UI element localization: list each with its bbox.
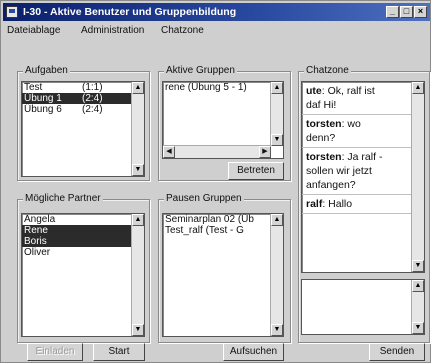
list-item[interactable]: Angela — [22, 214, 144, 225]
list-item-selected[interactable]: Rene — [22, 225, 132, 236]
main-window: I-30 - Aktive Benutzer und Gruppenbildun… — [0, 0, 431, 363]
scroll-down-icon[interactable]: ▼ — [412, 322, 424, 334]
scroll-up-icon[interactable]: ▲ — [132, 214, 144, 226]
list-item-selected[interactable]: Boris — [22, 236, 132, 247]
list-item[interactable]: rene (Übung 5 - 1) — [163, 82, 283, 93]
pausen-gruppen-title: Pausen Gruppen — [164, 193, 244, 204]
task-info: (2:4) — [82, 104, 103, 115]
chat-user: torsten — [306, 118, 342, 130]
scroll-up-icon[interactable]: ▲ — [412, 280, 424, 292]
list-item[interactable]: Oliver — [22, 247, 144, 258]
chat-title: Chatzone — [304, 65, 351, 76]
menu-bar: Dateiablage Administration Chatzone — [3, 23, 430, 39]
list-item[interactable]: Übung 6 (2:4) — [22, 104, 144, 115]
aufgaben-title: Aufgaben — [23, 65, 70, 76]
task-info: (2:4) — [82, 93, 103, 104]
scroll-right-icon[interactable]: ▶ — [259, 146, 271, 158]
maximize-button[interactable]: □ — [400, 6, 413, 18]
chat-log[interactable]: ute: Ok, ralf ist daf Hi! torsten: wo de… — [301, 81, 425, 273]
chat-message: ute: Ok, ralf ist daf Hi! — [302, 82, 412, 115]
app-icon — [6, 6, 18, 18]
chat-scrollbar[interactable]: ▲ ▼ — [411, 82, 424, 272]
einladen-button[interactable]: Einladen — [27, 343, 83, 361]
scroll-down-icon[interactable]: ▼ — [271, 324, 283, 336]
close-button[interactable]: × — [414, 6, 427, 18]
chat-user: ralf — [306, 198, 323, 210]
aufgaben-scrollbar[interactable]: ▲ ▼ — [131, 82, 144, 176]
scroll-up-icon[interactable]: ▲ — [271, 214, 283, 226]
aufgaben-list[interactable]: Test (1:1) Übung 1 (2:4) Übung 6 (2:4) ▲… — [21, 81, 145, 177]
title-bar[interactable]: I-30 - Aktive Benutzer und Gruppenbildun… — [3, 3, 430, 21]
task-name: Übung 1 — [24, 93, 62, 104]
task-name: Übung 6 — [24, 104, 62, 115]
chat-text: : Hallo — [322, 198, 353, 210]
aktive-gruppen-list[interactable]: rene (Übung 5 - 1) ▲ ▼ ◀ ▶ — [162, 81, 284, 159]
list-item[interactable]: Seminarplan 02 (Üb — [163, 214, 283, 225]
list-item-selected[interactable]: Übung 1 (2:4) — [22, 93, 132, 104]
aufsuchen-button[interactable]: Aufsuchen — [223, 343, 284, 361]
chat-user: ute — [306, 85, 322, 97]
task-info: (1:1) — [82, 82, 103, 93]
chat-message: torsten: wo denn? — [302, 115, 412, 148]
chat-user: torsten — [306, 151, 342, 163]
scroll-down-icon[interactable]: ▼ — [132, 324, 144, 336]
pausen-gruppen-list[interactable]: Seminarplan 02 (Üb Test_ralf (Test - G ▲… — [162, 213, 284, 337]
scroll-left-icon[interactable]: ◀ — [163, 146, 175, 158]
menu-chatzone[interactable]: Chatzone — [161, 25, 204, 36]
start-button[interactable]: Start — [93, 343, 145, 361]
aktive-gruppen-hscroll[interactable]: ◀ ▶ — [163, 145, 271, 158]
scroll-down-icon[interactable]: ▼ — [412, 260, 424, 272]
scroll-up-icon[interactable]: ▲ — [271, 82, 283, 94]
menu-dateiablage[interactable]: Dateiablage — [7, 25, 60, 36]
scroll-down-icon[interactable]: ▼ — [271, 134, 283, 146]
scroll-up-icon[interactable]: ▲ — [412, 82, 424, 94]
chat-input[interactable]: ▲ ▼ — [301, 279, 425, 335]
partner-list[interactable]: Angela Rene Boris Oliver ▲ ▼ — [21, 213, 145, 337]
list-item[interactable]: Test_ralf (Test - G — [163, 225, 283, 236]
menu-administration[interactable]: Administration — [81, 25, 144, 36]
aktive-gruppen-title: Aktive Gruppen — [164, 65, 237, 76]
partner-title: Mögliche Partner — [23, 193, 103, 204]
minimize-button[interactable]: _ — [386, 6, 399, 18]
partner-scrollbar[interactable]: ▲ ▼ — [131, 214, 144, 336]
aktive-gruppen-vscroll[interactable]: ▲ ▼ — [270, 82, 283, 146]
chat-input-scrollbar[interactable]: ▲ ▼ — [411, 280, 424, 334]
scroll-down-icon[interactable]: ▼ — [132, 164, 144, 176]
list-item[interactable]: Test (1:1) — [22, 82, 144, 93]
pausen-gruppen-scrollbar[interactable]: ▲ ▼ — [270, 214, 283, 336]
scroll-up-icon[interactable]: ▲ — [132, 82, 144, 94]
window-title: I-30 - Aktive Benutzer und Gruppenbildun… — [23, 6, 237, 18]
chat-message: ralf: Hallo — [302, 195, 412, 214]
task-name: Test — [24, 82, 43, 93]
chat-message: torsten: Ja ralf - sollen wir jetzt anfa… — [302, 148, 412, 195]
senden-button[interactable]: Senden — [369, 343, 425, 361]
betreten-button[interactable]: Betreten — [228, 162, 284, 180]
